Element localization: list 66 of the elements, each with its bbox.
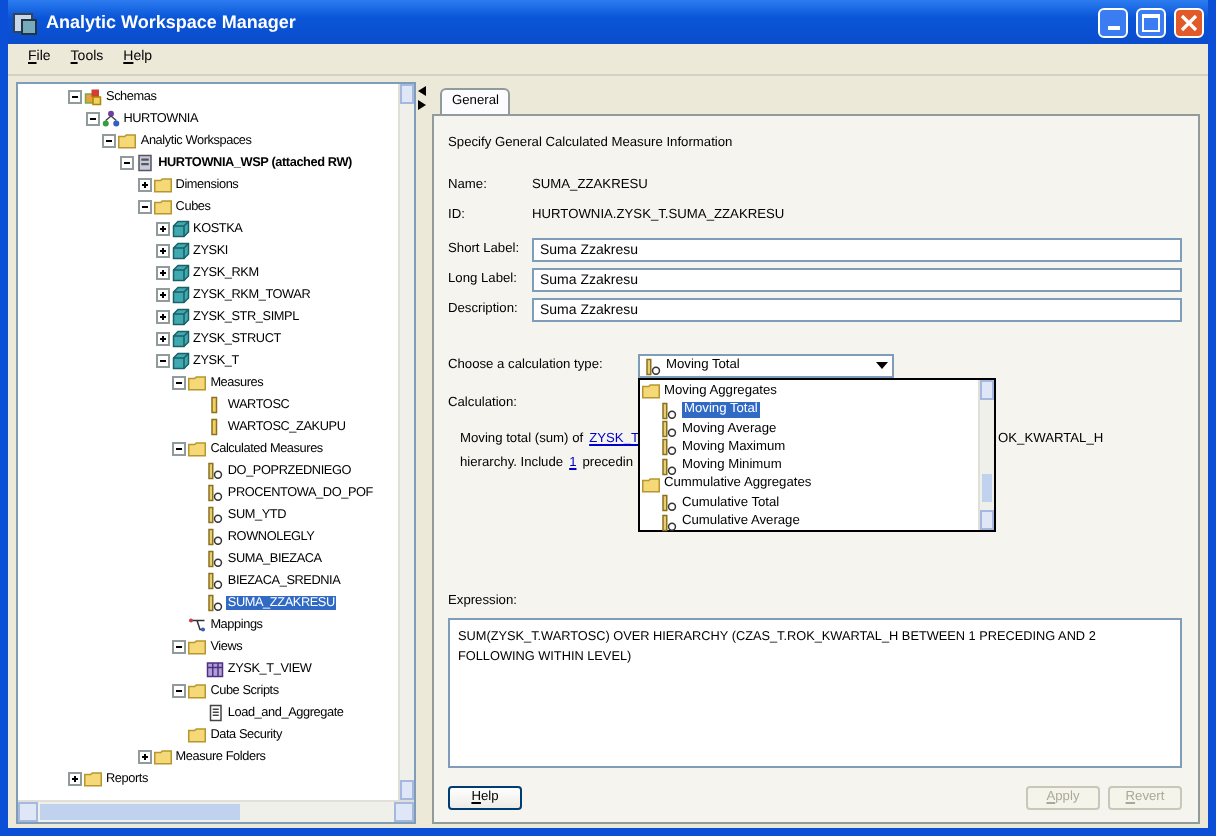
server-icon [136,154,155,172]
calculated-measure-icon [660,494,678,513]
close-button[interactable] [1174,7,1204,37]
folder-icon [84,770,102,788]
collapse-toggle[interactable] [172,376,187,390]
collapse-toggle[interactable] [172,684,187,698]
folder-icon [642,382,660,401]
calculated-measure-icon [205,550,224,568]
cube-icon [171,220,189,238]
close-icon [1180,13,1198,31]
calculated-measure-icon [205,506,224,524]
right-arrow-icon[interactable] [418,100,426,110]
calculated-measure-icon [205,528,224,546]
collapse-toggle[interactable] [172,442,187,456]
window-title: Analytic Workspace Manager [46,11,296,33]
calculated-measure-icon [660,420,678,439]
expand-toggle[interactable] [155,222,169,236]
calculated-measure-icon [205,572,224,590]
calculated-measure-icon [205,462,224,480]
expand-toggle[interactable] [155,310,169,324]
expand-toggle[interactable] [137,178,152,192]
cube-icon [171,286,189,304]
folder-icon [188,374,207,392]
maximize-button[interactable] [1136,7,1166,37]
horizontal-scrollbar[interactable] [18,800,414,822]
collapse-toggle[interactable] [155,354,169,368]
expand-toggle[interactable] [155,332,169,346]
calculated-measure-icon [660,401,678,420]
collapse-toggle[interactable] [172,640,187,654]
minimize-icon [1107,25,1119,29]
cube-icon [171,330,189,348]
left-arrow-icon[interactable] [418,86,426,96]
mapping-icon [188,616,207,634]
collapse-toggle[interactable] [137,200,152,214]
collapse-toggle[interactable] [68,90,82,104]
minimize-button[interactable] [1098,7,1128,37]
collapse-toggle[interactable] [85,112,100,126]
cube-icon [171,352,189,370]
maximize-icon [1142,13,1160,31]
vertical-scrollbar[interactable] [398,84,414,800]
hierarchy-icon [101,110,120,128]
expand-toggle[interactable] [137,750,152,764]
collapse-toggle[interactable] [102,134,117,148]
cube-icon [171,242,189,260]
folder-icon [188,638,207,656]
expand-toggle[interactable] [155,244,169,258]
caret-icon [876,362,888,371]
folder-icon [642,475,660,494]
collapse-toggle[interactable] [120,156,135,170]
view-icon [205,660,224,678]
app-icon [12,9,38,35]
calculated-measure-icon [205,594,224,612]
folder-icon [118,132,137,150]
schema-icon [84,88,102,106]
cube-icon [171,264,189,282]
expand-toggle[interactable] [155,288,169,302]
folder-icon [188,440,207,458]
folder-icon [188,682,207,700]
calculated-measure-icon [660,438,678,457]
expand-toggle[interactable] [68,772,82,786]
expand-toggle[interactable] [155,266,169,280]
calculated-measure-icon [205,484,224,502]
dropdown-scrollbar[interactable] [978,380,994,531]
script-icon [205,704,224,722]
cube-icon [171,308,189,326]
calculated-measure-icon [660,457,678,476]
